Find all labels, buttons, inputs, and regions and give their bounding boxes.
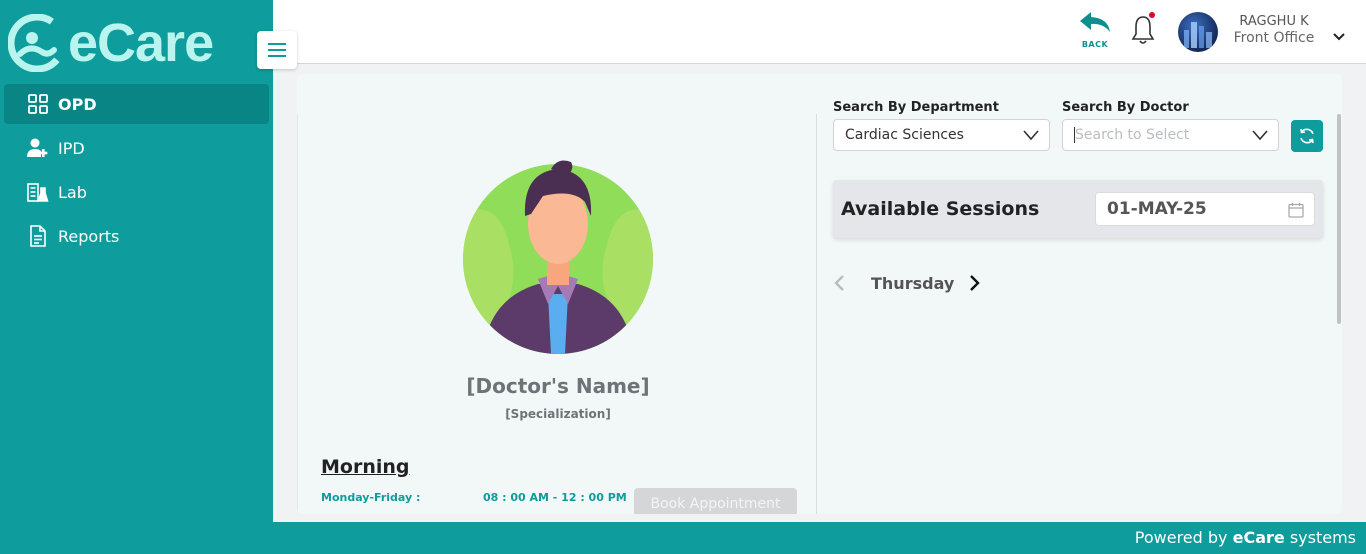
sessions-title: Available Sessions	[841, 198, 1040, 220]
booking-card: [Doctor's Name] [Specialization] Morning…	[297, 74, 1342, 514]
book-appointment-button[interactable]: Book Appointment	[634, 488, 797, 514]
sidebar-item-label: IPD	[58, 138, 85, 158]
sidebar-item-label: Lab	[58, 182, 87, 202]
doctor-avatar-icon	[463, 154, 653, 354]
session-days: Monday-Friday :	[321, 491, 421, 504]
top-header: BACK RAGGHU K Front Office	[273, 0, 1366, 64]
notifications-button[interactable]	[1128, 12, 1158, 46]
lab-building-icon	[27, 181, 49, 203]
main-content: [Doctor's Name] [Specialization] Morning…	[273, 64, 1366, 522]
previous-day-chevron-icon[interactable]	[833, 274, 845, 296]
menu-toggle-button[interactable]	[257, 31, 297, 69]
sidebar-item-opd[interactable]: OPD	[4, 84, 269, 124]
doctor-search-input[interactable]	[1074, 127, 1234, 143]
powered-by-text: Powered by eCare systems	[1134, 528, 1356, 547]
sidebar: eCare OPD IPD Lab Reports	[0, 0, 273, 522]
doctor-profile-pane: [Doctor's Name] [Specialization] Morning…	[297, 114, 817, 514]
document-icon	[27, 225, 49, 247]
session-date: 01-MAY-25	[1107, 199, 1207, 219]
logo-text: eCare	[68, 13, 214, 73]
doctor-select[interactable]	[1062, 119, 1279, 151]
department-label: Search By Department	[833, 100, 999, 115]
session-heading: Morning	[321, 456, 410, 478]
hamburger-icon	[268, 43, 286, 57]
city-image-icon	[1184, 22, 1212, 48]
notification-dot	[1149, 12, 1155, 18]
chevron-down-icon	[1023, 128, 1039, 146]
department-value: Cardiac Sciences	[845, 127, 964, 143]
user-plus-icon	[27, 137, 49, 159]
footer: Powered by eCare systems	[273, 522, 1366, 554]
sidebar-item-ipd[interactable]: IPD	[4, 128, 269, 168]
grid-icon	[27, 93, 49, 115]
user-info[interactable]: RAGGHU K Front Office	[1228, 14, 1320, 46]
refresh-button[interactable]	[1291, 120, 1323, 152]
current-day-label: Thursday	[871, 274, 955, 293]
refresh-icon	[1300, 128, 1314, 144]
chevron-down-icon	[1252, 128, 1268, 146]
sidebar-nav: OPD IPD Lab Reports	[0, 84, 273, 260]
user-menu-chevron-icon[interactable]	[1333, 26, 1345, 45]
ecare-logo-icon	[7, 13, 67, 73]
footer-brand: eCare	[1232, 528, 1285, 547]
department-select[interactable]: Cardiac Sciences	[833, 119, 1050, 151]
doctor-name: [Doctor's Name]	[466, 374, 650, 398]
calendar-icon	[1288, 202, 1304, 223]
back-button[interactable]: BACK	[1079, 10, 1111, 49]
sidebar-item-label: OPD	[58, 94, 97, 114]
session-hours: 08 : 00 AM - 12 : 00 PM	[483, 491, 627, 504]
doctor-specialization: [Specialization]	[505, 407, 611, 421]
next-day-chevron-icon[interactable]	[969, 274, 981, 296]
doctor-label: Search By Doctor	[1062, 100, 1189, 115]
scrollbar[interactable]	[1337, 114, 1341, 324]
user-role: Front Office	[1233, 30, 1315, 46]
back-label: BACK	[1081, 40, 1109, 49]
sidebar-item-reports[interactable]: Reports	[4, 216, 269, 256]
day-navigator: Thursday	[833, 272, 1033, 296]
back-arrow-icon	[1080, 12, 1110, 32]
app-logo[interactable]: eCare	[7, 12, 214, 74]
bell-icon	[1131, 16, 1155, 44]
avatar[interactable]	[1178, 12, 1218, 52]
sidebar-item-label: Reports	[58, 226, 120, 246]
session-date-picker[interactable]: 01-MAY-25	[1095, 192, 1315, 226]
available-sessions-bar: Available Sessions 01-MAY-25	[833, 180, 1323, 238]
sidebar-item-lab[interactable]: Lab	[4, 172, 269, 212]
user-name: RAGGHU K	[1239, 14, 1309, 29]
